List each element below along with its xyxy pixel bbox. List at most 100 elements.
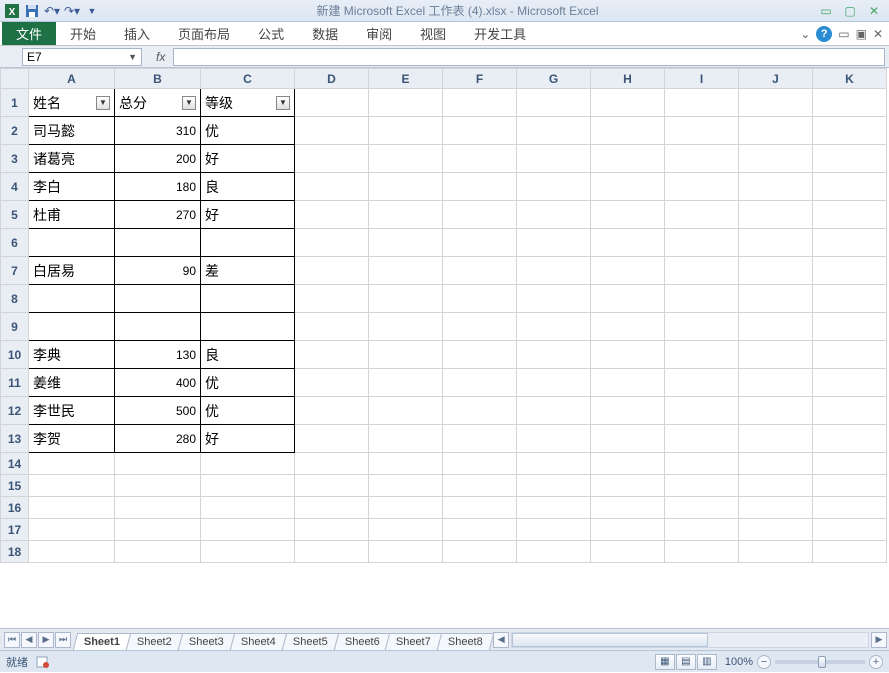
cell[interactable] bbox=[517, 145, 591, 173]
hscroll-right-icon[interactable]: ▶ bbox=[871, 632, 887, 648]
cell[interactable] bbox=[295, 145, 369, 173]
cell[interactable] bbox=[591, 229, 665, 257]
cell[interactable] bbox=[813, 229, 887, 257]
cell[interactable] bbox=[591, 313, 665, 341]
cell[interactable] bbox=[591, 453, 665, 475]
cell[interactable] bbox=[201, 497, 295, 519]
cell[interactable] bbox=[295, 369, 369, 397]
cell[interactable] bbox=[369, 397, 443, 425]
cell[interactable] bbox=[29, 313, 115, 341]
cell[interactable] bbox=[369, 519, 443, 541]
cell[interactable] bbox=[29, 285, 115, 313]
cell[interactable] bbox=[115, 475, 201, 497]
cell[interactable] bbox=[813, 173, 887, 201]
tab-insert[interactable]: 插入 bbox=[110, 22, 164, 45]
cell[interactable] bbox=[517, 285, 591, 313]
name-box[interactable]: E7 ▼ bbox=[22, 48, 142, 66]
cell[interactable] bbox=[665, 341, 739, 369]
cell[interactable] bbox=[443, 89, 517, 117]
cell[interactable] bbox=[591, 89, 665, 117]
ribbon-collapse-icon[interactable]: ⌄ bbox=[800, 27, 810, 41]
cell[interactable] bbox=[369, 145, 443, 173]
cell[interactable] bbox=[443, 313, 517, 341]
row-header[interactable]: 12 bbox=[1, 397, 29, 425]
cell[interactable] bbox=[813, 341, 887, 369]
column-header[interactable]: G bbox=[517, 69, 591, 89]
save-icon[interactable] bbox=[24, 3, 40, 19]
zoom-level[interactable]: 100% bbox=[725, 656, 753, 668]
cell[interactable] bbox=[739, 201, 813, 229]
cell[interactable] bbox=[813, 519, 887, 541]
cell[interactable] bbox=[517, 313, 591, 341]
cell[interactable] bbox=[739, 425, 813, 453]
row-header[interactable]: 4 bbox=[1, 173, 29, 201]
column-header[interactable]: D bbox=[295, 69, 369, 89]
cell[interactable] bbox=[295, 497, 369, 519]
sheet-nav-first-icon[interactable]: ⏮ bbox=[4, 632, 20, 648]
cell[interactable] bbox=[369, 425, 443, 453]
column-header[interactable]: E bbox=[369, 69, 443, 89]
cell[interactable] bbox=[201, 229, 295, 257]
cell[interactable] bbox=[517, 453, 591, 475]
cell[interactable] bbox=[29, 475, 115, 497]
cell[interactable]: 310 bbox=[115, 117, 201, 145]
cell[interactable] bbox=[665, 313, 739, 341]
tab-home[interactable]: 开始 bbox=[56, 22, 110, 45]
cell[interactable]: 司马懿 bbox=[29, 117, 115, 145]
cell[interactable] bbox=[443, 257, 517, 285]
cell[interactable] bbox=[201, 519, 295, 541]
tab-review[interactable]: 审阅 bbox=[352, 22, 406, 45]
cell[interactable] bbox=[517, 475, 591, 497]
cell[interactable] bbox=[295, 341, 369, 369]
cell[interactable] bbox=[591, 369, 665, 397]
help-icon[interactable]: ? bbox=[816, 26, 832, 42]
cell[interactable] bbox=[665, 201, 739, 229]
cell[interactable]: 总分▼ bbox=[115, 89, 201, 117]
cell[interactable] bbox=[813, 117, 887, 145]
cell[interactable] bbox=[115, 313, 201, 341]
cell[interactable] bbox=[591, 201, 665, 229]
sheet-nav-next-icon[interactable]: ▶ bbox=[38, 632, 54, 648]
cell[interactable]: 优 bbox=[201, 369, 295, 397]
cell[interactable] bbox=[813, 425, 887, 453]
sheet-nav-prev-icon[interactable]: ◀ bbox=[21, 632, 37, 648]
cell[interactable] bbox=[443, 497, 517, 519]
cell[interactable] bbox=[665, 369, 739, 397]
column-header[interactable]: B bbox=[115, 69, 201, 89]
cell[interactable] bbox=[665, 229, 739, 257]
row-header[interactable]: 5 bbox=[1, 201, 29, 229]
cell[interactable] bbox=[295, 475, 369, 497]
cell[interactable] bbox=[443, 369, 517, 397]
cell[interactable] bbox=[517, 117, 591, 145]
cell[interactable] bbox=[591, 341, 665, 369]
cell[interactable] bbox=[295, 117, 369, 145]
row-header[interactable]: 2 bbox=[1, 117, 29, 145]
cell[interactable] bbox=[665, 117, 739, 145]
cell[interactable] bbox=[739, 229, 813, 257]
cell[interactable] bbox=[813, 201, 887, 229]
hscroll-thumb[interactable] bbox=[512, 633, 708, 647]
cell[interactable] bbox=[443, 425, 517, 453]
row-header[interactable]: 13 bbox=[1, 425, 29, 453]
cell[interactable] bbox=[591, 117, 665, 145]
column-header[interactable]: F bbox=[443, 69, 517, 89]
cell[interactable] bbox=[443, 397, 517, 425]
cell[interactable] bbox=[591, 397, 665, 425]
cell[interactable]: 200 bbox=[115, 145, 201, 173]
cell[interactable] bbox=[369, 285, 443, 313]
cell[interactable] bbox=[369, 341, 443, 369]
sheet-tab[interactable]: Sheet4 bbox=[230, 633, 287, 650]
cell[interactable] bbox=[517, 519, 591, 541]
restore-icon[interactable]: ▢ bbox=[839, 4, 861, 18]
cell[interactable] bbox=[517, 369, 591, 397]
cell[interactable] bbox=[517, 541, 591, 563]
cell[interactable] bbox=[295, 89, 369, 117]
cell[interactable] bbox=[369, 89, 443, 117]
cell[interactable]: 优 bbox=[201, 397, 295, 425]
cell[interactable] bbox=[665, 519, 739, 541]
tab-data[interactable]: 数据 bbox=[298, 22, 352, 45]
cell[interactable] bbox=[443, 229, 517, 257]
cell[interactable] bbox=[115, 541, 201, 563]
cell[interactable]: 李贺 bbox=[29, 425, 115, 453]
cell[interactable] bbox=[443, 285, 517, 313]
